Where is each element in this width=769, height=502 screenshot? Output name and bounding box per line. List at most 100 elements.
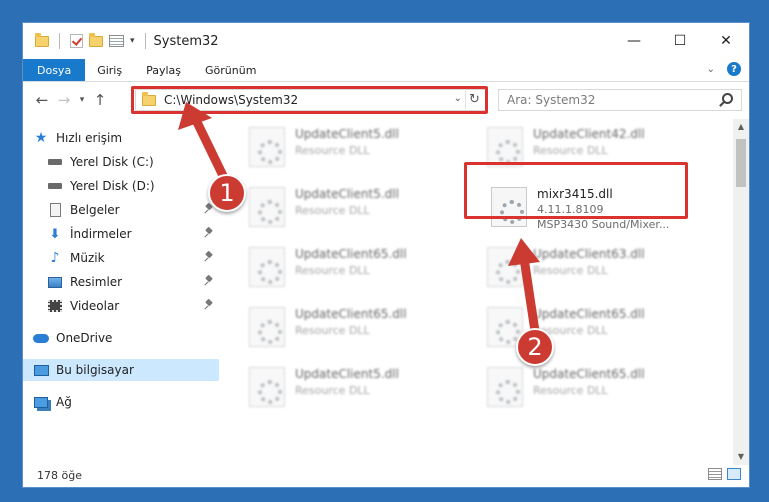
pictures-icon [48,276,62,288]
tab-home[interactable]: Giriş [85,59,134,81]
file-name: UpdateClient5.dll [295,187,399,201]
nav-item-music[interactable]: ♪ Müzik [23,247,219,269]
document-icon [49,203,61,217]
nav-label: Bu bilgisayar [56,363,134,377]
nav-item-local-disk-d[interactable]: Yerel Disk (D:) [23,175,219,197]
ribbon-right: ⌄ ? [707,62,741,76]
file-name: UpdateClient65.dll [295,247,407,261]
quick-access-toolbar: ▾ [23,32,150,49]
new-folder-icon[interactable] [89,32,103,47]
explorer-window: ▾ System32 — ☐ ✕ Dosya Giriş Paylaş Görü… [22,22,750,488]
file-name: UpdateClient65.dll [533,307,645,321]
nav-label: Müzik [70,251,105,265]
file-item[interactable]: UpdateClient5.dll Resource DLL [241,183,469,235]
dll-file-icon [249,127,285,167]
drive-icon [48,159,62,165]
scroll-thumb[interactable] [736,139,746,187]
maximize-icon[interactable]: ☐ [657,23,703,59]
nav-label: İndirmeler [70,227,132,241]
computer-icon [33,364,49,376]
nav-label: Belgeler [70,203,120,217]
dll-file-icon [487,247,523,287]
search-placeholder: Ara: System32 [507,93,596,107]
file-description: MSP3430 Sound/Mixer... [537,218,670,231]
file-type: Resource DLL [295,204,370,217]
chevron-down-icon[interactable]: ▾ [130,36,135,46]
tiles-view-icon[interactable] [727,468,741,480]
pin-icon[interactable] [205,276,213,286]
properties-check-icon[interactable] [70,34,83,48]
help-icon[interactable]: ? [727,62,741,76]
dll-file-icon [249,247,285,287]
customize-icon[interactable] [109,35,124,47]
item-count: 178 öğe [37,468,82,482]
nav-label: Videolar [70,299,120,313]
nav-item-downloads[interactable]: ⬇ İndirmeler [23,223,219,245]
close-icon[interactable]: ✕ [703,23,749,59]
search-icon[interactable] [722,93,733,104]
pin-icon[interactable] [205,228,213,238]
file-type: Resource DLL [295,384,370,397]
step-badge-1: 1 [208,174,246,212]
cloud-icon [33,333,49,343]
file-item[interactable]: UpdateClient5.dll Resource DLL [241,123,469,175]
tab-file[interactable]: Dosya [23,59,86,81]
nav-item-pictures[interactable]: Resimler [23,271,219,293]
drive-icon [48,183,62,189]
step-badge-2: 2 [516,328,554,366]
details-view-icon[interactable] [708,468,722,480]
scroll-up-icon[interactable]: ▲ [733,119,749,135]
nav-item-videos[interactable]: Videolar [23,295,219,317]
title-bar: ▾ System32 — ☐ ✕ [23,23,749,59]
file-item[interactable]: UpdateClient5.dll Resource DLL [241,363,469,415]
file-item[interactable]: UpdateClient63.dll Resource DLL [479,243,707,295]
view-toggle [708,468,741,480]
tab-share[interactable]: Paylaş [134,59,193,81]
forward-arrow-icon[interactable]: → [53,91,75,109]
dll-file-icon [249,187,285,227]
nav-network[interactable]: Ağ [23,391,219,413]
file-name: UpdateClient65.dll [295,307,407,321]
dll-file-icon [487,367,523,407]
pin-icon[interactable] [205,300,213,310]
folder-icon[interactable] [35,32,49,47]
file-name: UpdateClient65.dll [533,367,645,381]
pin-icon[interactable] [205,252,213,262]
nav-item-documents[interactable]: Belgeler [23,199,219,221]
status-bar: 178 öğe [23,463,749,487]
nav-item-local-disk-c[interactable]: Yerel Disk (C:) [23,151,219,173]
file-type: Resource DLL [295,264,370,277]
star-icon: ★ [34,130,48,146]
tab-view[interactable]: Görünüm [193,59,268,81]
nav-onedrive[interactable]: OneDrive [23,327,219,349]
nav-label: OneDrive [56,331,113,345]
file-name: UpdateClient42.dll [533,127,645,141]
nav-label: Hızlı erişim [56,131,123,145]
recent-locations-icon[interactable]: ▾ [75,95,89,105]
nav-quick-access[interactable]: ★ Hızlı erişim [23,127,219,149]
divider [144,33,146,49]
file-item[interactable]: UpdateClient65.dll Resource DLL [241,303,469,355]
file-type: Resource DLL [533,264,608,277]
window-title: System32 [153,33,219,49]
window-controls: — ☐ ✕ [611,23,749,59]
file-type: Resource DLL [295,144,370,157]
address-highlight-box [131,86,488,114]
up-arrow-icon[interactable]: ↑ [89,91,111,109]
file-item[interactable]: UpdateClient65.dll Resource DLL [241,243,469,295]
file-type: Resource DLL [533,384,608,397]
expand-ribbon-icon[interactable]: ⌄ [707,64,715,75]
minimize-icon[interactable]: — [611,23,657,59]
ribbon-tabs: Dosya Giriş Paylaş Görünüm ⌄ ? [23,59,749,82]
file-item[interactable]: UpdateClient65.dll Resource DLL [479,363,707,415]
network-icon [34,396,48,408]
vertical-scrollbar[interactable]: ▲ ▼ [733,119,749,465]
nav-this-pc[interactable]: Bu bilgisayar [23,359,219,381]
address-row: ← → ▾ ↑ C:\Windows\System32 ⌄ ↻ Ara: Sys… [23,83,749,117]
download-icon: ⬇ [49,226,61,242]
navigation-pane: ★ Hızlı erişim Yerel Disk (C:) Yerel Dis… [23,123,219,463]
file-item[interactable]: UpdateClient65.dll Resource DLL [479,303,707,355]
search-input[interactable]: Ara: System32 [498,89,742,111]
back-arrow-icon[interactable]: ← [31,91,53,109]
file-name: UpdateClient63.dll [533,247,645,261]
